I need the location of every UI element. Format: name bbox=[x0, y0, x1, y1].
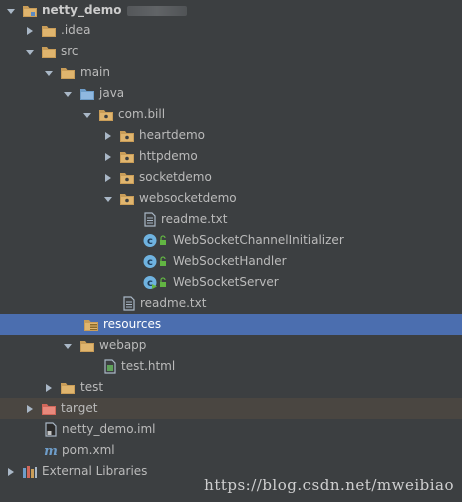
package-icon bbox=[119, 129, 135, 143]
tree-item-label: test bbox=[80, 380, 104, 394]
tree-item-label: src bbox=[61, 44, 79, 58]
tree-item-label: netty_demo bbox=[42, 3, 122, 17]
folder-icon bbox=[41, 24, 57, 38]
tree-item-label: WebSocketHandler bbox=[173, 254, 287, 268]
tree-item-label: target bbox=[61, 401, 98, 415]
tree-item-heartdemo[interactable]: heartdemo bbox=[0, 125, 462, 146]
tree-item-webapp[interactable]: webapp bbox=[0, 335, 462, 356]
tree-item-socketdemo[interactable]: socketdemo bbox=[0, 167, 462, 188]
maven-file-icon: m bbox=[44, 443, 58, 458]
chevron-right-icon[interactable] bbox=[25, 25, 35, 37]
tree-item-test-html[interactable]: test.html bbox=[0, 356, 462, 377]
chevron-right-icon[interactable] bbox=[25, 403, 35, 415]
tree-item-com-bill[interactable]: com.bill bbox=[0, 104, 462, 125]
tree-item-readme-txt[interactable]: readme.txt bbox=[0, 293, 462, 314]
watermark: https://blog.csdn.net/mweibiao bbox=[204, 476, 454, 494]
tree-item-label: pom.xml bbox=[62, 443, 115, 457]
tree-item-label: readme.txt bbox=[161, 212, 228, 226]
tree-item-websockethandler[interactable]: c WebSocketHandler bbox=[0, 251, 462, 272]
tree-item-label: resources bbox=[103, 317, 162, 331]
chevron-right-icon[interactable] bbox=[6, 466, 16, 478]
folder-icon bbox=[60, 66, 76, 80]
chevron-right-icon[interactable] bbox=[103, 172, 113, 184]
folder-icon bbox=[60, 381, 76, 395]
tree-item-label: webapp bbox=[99, 338, 147, 352]
package-icon bbox=[119, 171, 135, 185]
tree-item-label: com.bill bbox=[118, 107, 166, 121]
tree-item-idea[interactable]: .idea bbox=[0, 20, 462, 41]
tree-item-label: netty_demo.iml bbox=[62, 422, 156, 436]
tree-item-label: heartdemo bbox=[139, 128, 206, 142]
java-class-icon: c bbox=[143, 233, 169, 248]
tree-item-label: main bbox=[80, 65, 110, 79]
tree-item-label: WebSocketChannelInitializer bbox=[173, 233, 344, 247]
tree-item-readme-txt[interactable]: readme.txt bbox=[0, 209, 462, 230]
chevron-down-icon[interactable] bbox=[103, 193, 113, 205]
tree-item-websocketchannelinitializer[interactable]: c WebSocketChannelInitializer bbox=[0, 230, 462, 251]
tree-item-label: test.html bbox=[121, 359, 176, 373]
chevron-down-icon[interactable] bbox=[63, 340, 73, 352]
path-blur bbox=[127, 5, 188, 16]
tree-item-label: External Libraries bbox=[42, 464, 148, 478]
java-class-icon: c bbox=[143, 254, 169, 269]
package-icon bbox=[98, 108, 114, 122]
tree-item-java[interactable]: java bbox=[0, 83, 462, 104]
tree-item-httpdemo[interactable]: httpdemo bbox=[0, 146, 462, 167]
module-folder-icon bbox=[22, 4, 38, 18]
svg-text:m: m bbox=[44, 444, 58, 458]
chevron-down-icon[interactable] bbox=[82, 109, 92, 121]
chevron-down-icon[interactable] bbox=[25, 46, 35, 58]
tree-item-netty-demo-iml[interactable]: netty_demo.iml bbox=[0, 419, 462, 440]
folder-icon bbox=[41, 45, 57, 59]
tree-item-label: httpdemo bbox=[139, 149, 198, 163]
tree-item-netty-demo[interactable]: netty_demo bbox=[0, 0, 462, 21]
chevron-down-icon[interactable] bbox=[44, 67, 54, 79]
tree-item-label: WebSocketServer bbox=[173, 275, 279, 289]
library-icon bbox=[22, 465, 38, 479]
tree-item-target[interactable]: target bbox=[0, 398, 462, 419]
tree-item-label: socketdemo bbox=[139, 170, 212, 184]
module-file-icon bbox=[44, 422, 58, 437]
chevron-right-icon[interactable] bbox=[44, 382, 54, 394]
tree-item-main[interactable]: main bbox=[0, 62, 462, 83]
tree-item-label: java bbox=[99, 86, 125, 100]
svg-text:c: c bbox=[147, 257, 153, 268]
folder-icon bbox=[79, 339, 95, 353]
chevron-down-icon[interactable] bbox=[6, 5, 16, 17]
svg-text:c: c bbox=[147, 236, 153, 247]
excluded-folder-icon bbox=[41, 402, 57, 416]
tree-item-resources[interactable]: resources bbox=[0, 314, 462, 335]
tree-item-websocketdemo[interactable]: websocketdemo bbox=[0, 188, 462, 209]
tree-item-test[interactable]: test bbox=[0, 377, 462, 398]
tree-item-src[interactable]: src bbox=[0, 41, 462, 62]
resources-folder-icon bbox=[83, 318, 99, 332]
tree-item-label: readme.txt bbox=[140, 296, 207, 310]
tree-item-label: .idea bbox=[61, 23, 91, 37]
chevron-right-icon[interactable] bbox=[103, 151, 113, 163]
text-file-icon bbox=[122, 296, 136, 311]
chevron-down-icon[interactable] bbox=[63, 88, 73, 100]
tree-item-websocketserver[interactable]: c WebSocketServer bbox=[0, 272, 462, 293]
chevron-right-icon[interactable] bbox=[103, 130, 113, 142]
tree-item-pom-xml[interactable]: m pom.xml bbox=[0, 440, 462, 461]
source-folder-icon bbox=[79, 87, 95, 101]
package-icon bbox=[119, 150, 135, 164]
package-icon bbox=[119, 192, 135, 206]
html-file-icon bbox=[103, 359, 117, 374]
text-file-icon bbox=[143, 212, 157, 227]
tree-item-label: websocketdemo bbox=[139, 191, 237, 205]
java-main-class-icon: c bbox=[143, 275, 169, 290]
